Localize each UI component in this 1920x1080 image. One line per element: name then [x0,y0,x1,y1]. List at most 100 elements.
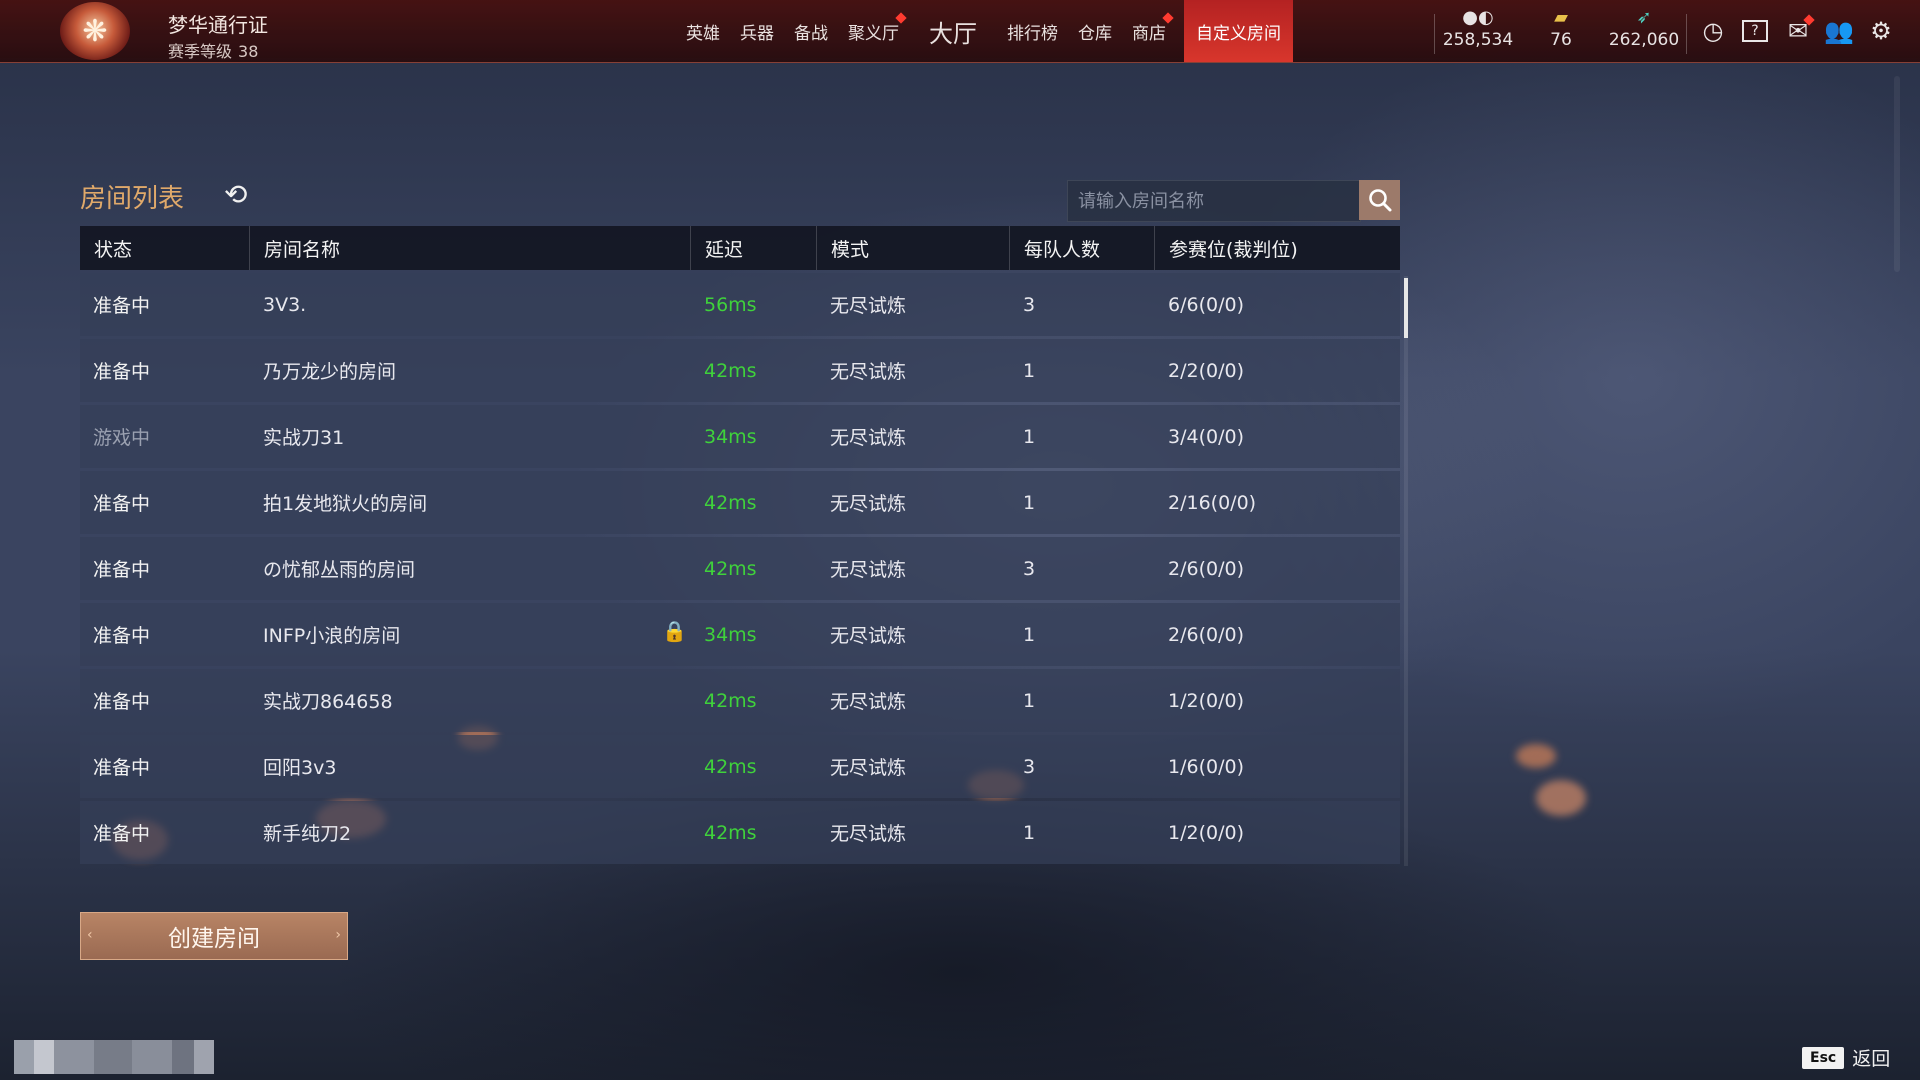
history-clock-icon[interactable]: ◷ [1698,16,1728,46]
nav-tab-custom-room[interactable]: 自定义房间 [1184,0,1293,62]
table-row[interactable]: 准备中 实战刀864658 42ms 无尽试炼 1 1/2(0/0) [80,669,1400,732]
room-status-text: 准备中 [93,757,151,779]
mail-icon[interactable]: ✉ [1783,14,1815,46]
esc-back-button[interactable]: Esc 返回 [1802,1044,1890,1071]
room-team-size-text: 1 [1023,491,1036,514]
nav-tab-guild-hall[interactable]: 聚义厅 [838,0,909,62]
refresh-icon[interactable]: ⟲ [224,178,247,211]
room-mode-text: 无尽试炼 [830,361,907,383]
room-status: 游戏中 [80,423,250,450]
table-scrollbar[interactable] [1404,276,1408,866]
nav-label: 仓库 [1078,23,1112,44]
currency-tickets[interactable]: ▰ 76 [1538,8,1584,51]
room-name: 3V3. [250,294,691,316]
room-search-input[interactable] [1068,181,1350,221]
room-mode-text: 无尽试炼 [830,493,907,515]
room-team-size-text: 1 [1023,821,1036,844]
nav-tab-lobby[interactable]: 大厅 [909,0,997,62]
room-name-text: 实战刀31 [263,427,345,449]
room-mode: 无尽试炼 [817,555,1010,582]
room-delay-text: 34ms [704,425,757,448]
room-mode-text: 无尽试炼 [830,295,907,317]
blurred-user-info [14,1040,236,1074]
nav-label: 商店 [1132,23,1166,44]
table-row[interactable]: 准备中 新手纯刀2 42ms 无尽试炼 1 1/2(0/0) [80,801,1400,864]
room-seats: 2/2(0/0) [1155,360,1400,382]
column-header-status: 状态 [80,226,250,270]
currency-feathers[interactable]: ➶ 262,060 [1606,8,1682,51]
nav-label: 兵器 [740,23,774,44]
table-row[interactable]: 准备中 乃万龙少的房间 42ms 无尽试炼 1 2/2(0/0) [80,339,1400,402]
room-seats-text: 6/6(0/0) [1168,293,1244,316]
room-mode: 无尽试炼 [817,357,1010,384]
room-delay: 42ms [691,360,817,382]
room-delay-text: 56ms [704,293,757,316]
room-status-text: 准备中 [93,691,151,713]
room-name: 拍1发地狱火的房间 [250,489,691,516]
nav-label: 备战 [794,23,828,44]
lock-icon: 🔒 [662,619,687,643]
room-status-text: 准备中 [93,361,151,383]
esc-key-label: Esc [1802,1046,1845,1069]
room-mode-text: 无尽试炼 [830,559,907,581]
create-room-button[interactable]: ‹ 创建房间 › [80,912,348,960]
room-name: 回阳3v3 [250,753,691,780]
room-team-size-text: 3 [1023,755,1036,778]
room-status-text: 准备中 [93,559,151,581]
room-delay: 42ms [691,822,817,844]
room-mode: 无尽试炼 [817,489,1010,516]
room-status-text: 准备中 [93,823,151,845]
room-status-text: 准备中 [93,493,151,515]
table-row[interactable]: 准备中 の忧郁丛雨的房间 42ms 无尽试炼 3 2/6(0/0) [80,537,1400,600]
main-nav: 英雄 兵器 备战 聚义厅 大厅 排行榜 仓库 商店 自定义房间 [676,0,1293,62]
currency-value: 262,060 [1608,30,1680,50]
nav-tab-weapons[interactable]: 兵器 [730,0,784,62]
coin-icon: ●◐ [1462,7,1494,28]
room-status: 准备中 [80,357,250,384]
help-book-icon[interactable]: ? [1740,16,1770,46]
room-mode: 无尽试炼 [817,423,1010,450]
table-row[interactable]: 准备中 INFP小浪的房间 🔒 34ms 无尽试炼 1 2/6(0/0) [80,603,1400,666]
search-box [1067,180,1361,222]
table-row[interactable]: 游戏中 实战刀31 34ms 无尽试炼 1 3/4(0/0) [80,405,1400,468]
nav-label: 聚义厅 [848,23,899,44]
room-team-size-text: 1 [1023,689,1036,712]
page-scrollbar[interactable] [1894,76,1900,272]
room-seats: 1/6(0/0) [1155,756,1400,778]
left-ornament-icon: ‹ [87,927,93,943]
room-delay-text: 42ms [704,491,757,514]
room-team-size: 1 [1010,624,1155,646]
nav-tab-warehouse[interactable]: 仓库 [1068,0,1122,62]
column-header-team-size: 每队人数 [1010,226,1155,270]
room-status: 准备中 [80,687,250,714]
nav-tab-heroes[interactable]: 英雄 [676,0,730,62]
room-team-size-text: 3 [1023,557,1036,580]
season-pass-title[interactable]: 梦华通行证 [168,9,268,38]
nav-tab-prepare[interactable]: 备战 [784,0,838,62]
settings-gear-icon[interactable]: ⚙ [1866,16,1896,46]
friends-icon[interactable]: 👥 [1824,16,1854,46]
top-bar: ❋ 梦华通行证 赛季等级 38 英雄 兵器 备战 聚义厅 大厅 排行榜 仓库 商店… [0,0,1920,63]
table-scroll-thumb[interactable] [1404,278,1408,338]
notification-dot-icon [1803,14,1815,26]
room-name: 实战刀31 [250,423,691,450]
search-button[interactable] [1359,180,1400,220]
table-row[interactable]: 准备中 回阳3v3 42ms 无尽试炼 3 1/6(0/0) [80,735,1400,798]
season-pass-emblem-icon[interactable]: ❋ [60,2,130,60]
nav-tab-leaderboard[interactable]: 排行榜 [997,0,1068,62]
room-seats-text: 2/6(0/0) [1168,623,1244,646]
room-status: 准备中 [80,621,250,648]
room-name-text: の忧郁丛雨的房间 [263,559,416,581]
room-seats-text: 2/2(0/0) [1168,359,1244,382]
room-team-size: 3 [1010,756,1155,778]
room-delay: 42ms [691,690,817,712]
table-row[interactable]: 准备中 拍1发地狱火的房间 42ms 无尽试炼 1 2/16(0/0) [80,471,1400,534]
currency-value: 258,534 [1442,30,1514,50]
nav-tab-shop[interactable]: 商店 [1122,0,1176,62]
currency-coins[interactable]: ●◐ 258,534 [1440,7,1516,51]
room-name-text: 拍1发地狱火的房间 [263,493,428,515]
room-status: 准备中 [80,753,250,780]
room-delay: 34ms [691,624,817,646]
divider [1434,14,1435,54]
table-row[interactable]: 准备中 3V3. 56ms 无尽试炼 3 6/6(0/0) [80,273,1400,336]
